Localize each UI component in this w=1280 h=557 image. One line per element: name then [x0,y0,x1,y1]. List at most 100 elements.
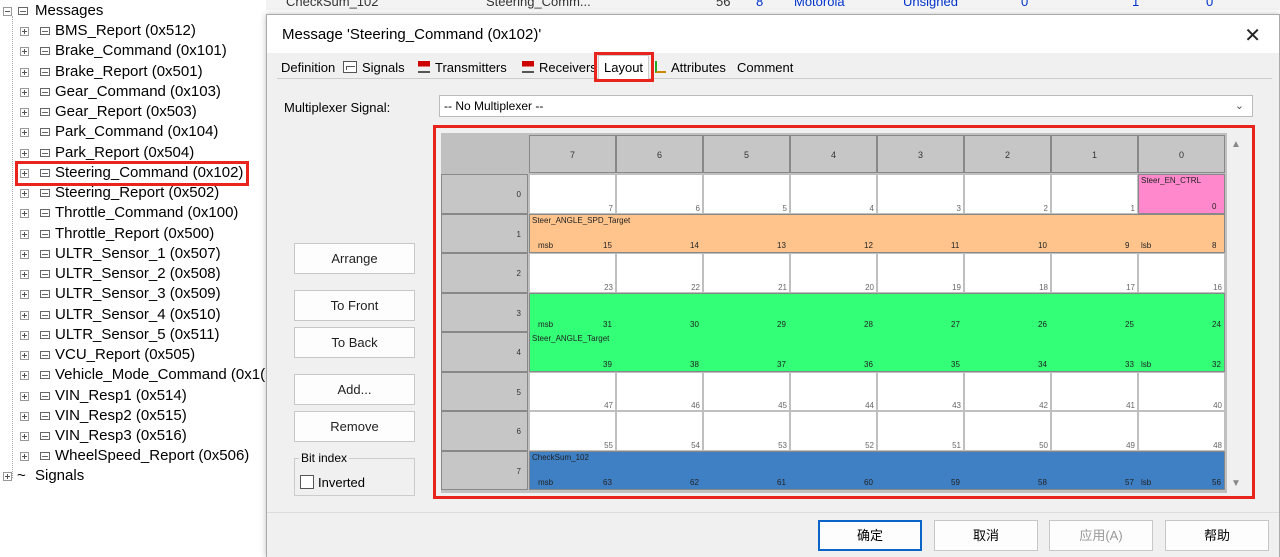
bg-start: 56 [716,0,731,9]
expand-icon[interactable] [20,411,29,421]
tree-item-label: Brake_Command (0x101) [55,42,227,60]
to-back-button[interactable]: To Back [294,327,415,358]
inverted-label: Inverted [318,475,365,490]
tree-item-label: Gear_Report (0x503) [55,103,197,120]
message-tree[interactable]: Messages BMS_Report (0x512) Brake_Command… [0,0,266,557]
background-signal-row: CheckSum_102 Steering_Comm... 56 8 Motor… [266,0,1280,10]
dialog-footer: 确定 取消 应用(A) 帮助 [267,512,1279,557]
tree-item-label: ULTR_Sensor_3 (0x509) [55,285,221,303]
expand-icon[interactable] [20,148,29,158]
signal-icon [343,61,357,73]
expand-icon[interactable] [3,472,12,481]
arrange-button[interactable]: Arrange [294,243,415,274]
message-icon [40,432,50,440]
tab-label: Transmitters [435,60,507,75]
bg-value-type: Unsigned [903,0,958,9]
tree-item-label: ULTR_Sensor_5 (0x511) [55,325,220,343]
expand-icon[interactable] [20,108,29,117]
tree-item-label: Throttle_Report (0x500) [55,224,215,242]
tree-item-label: Steering_Report (0x502) [55,184,220,201]
expand-icon[interactable] [20,351,29,360]
add-button[interactable]: Add... [294,374,415,405]
tab-definition[interactable]: Definition [281,58,335,78]
remove-button[interactable]: Remove [294,411,415,442]
bg-initial: 0 [1021,0,1029,9]
expand-icon[interactable] [20,452,29,462]
multiplexer-select[interactable]: -- No Multiplexer -- ⌄ [439,95,1253,117]
message-icon [40,229,50,238]
message-icon [40,87,50,96]
message-icon [40,67,50,76]
chevron-down-icon: ⌄ [1234,100,1244,112]
attributes-icon [655,61,666,73]
message-icon [40,249,50,258]
expand-icon[interactable] [20,270,29,279]
message-icon [40,371,50,380]
expand-icon[interactable] [20,128,29,138]
message-icon [40,391,50,400]
message-icon [40,209,50,218]
bg-offset: 0 [1206,0,1214,9]
expand-icon[interactable] [20,87,29,97]
cancel-button[interactable]: 取消 [934,520,1038,551]
tree-item-label: VIN_Resp3 (0x516) [55,427,187,444]
message-icon [40,128,50,137]
expand-icon[interactable] [20,249,29,259]
tree-connector-line [12,16,13,478]
inverted-checkbox[interactable] [300,475,314,489]
tree-item-label: VCU_Report (0x505) [55,346,196,363]
help-button[interactable]: 帮助 [1165,520,1269,551]
bg-signal-name: CheckSum_102 [286,0,379,9]
expand-icon[interactable] [20,330,29,340]
tab-transmitters[interactable]: Transmitters [418,58,507,78]
bg-factor: 1 [1132,0,1140,9]
tree-item-label: VIN_Resp1 (0x514) [55,386,187,404]
expand-icon[interactable] [20,391,29,401]
message-icon [40,452,50,461]
multiplexer-label: Multiplexer Signal: [284,100,391,115]
receiver-icon [522,61,534,73]
expand-icon[interactable] [20,47,29,57]
multiplexer-value: -- No Multiplexer -- [444,99,544,113]
to-front-button[interactable]: To Front [294,290,415,321]
tree-signals-label: Signals [35,467,85,484]
message-icon [40,108,50,116]
tree-item-label: BMS_Report (0x512) [55,22,196,39]
close-icon[interactable]: ✕ [1244,23,1261,48]
collapse-icon[interactable] [3,7,12,16]
tab-attributes[interactable]: Attributes [655,58,726,78]
folder-icon [18,7,28,15]
message-icon [40,351,50,359]
message-icon [40,330,50,339]
expand-icon[interactable] [20,371,29,381]
expand-icon[interactable] [20,432,29,441]
expand-icon[interactable] [20,189,29,198]
bg-byte-order: Motorola [794,0,845,9]
tree-item-label: Park_Report (0x504) [55,143,195,161]
expand-icon[interactable] [20,290,29,300]
tree-item-label: Park_Command (0x104) [55,123,219,141]
tree-item-label: ULTR_Sensor_4 (0x510) [55,305,221,323]
tab-label: Attributes [671,60,726,75]
tree-item-label: ULTR_Sensor_2 (0x508) [55,265,221,282]
tab-label: Comment [737,60,794,75]
message-icon [40,290,50,299]
signal-tilde-icon: ~ [17,467,26,484]
tab-strip: Definition Signals Transmitters Receiver… [277,55,1272,80]
selected-item-highlight [15,161,249,186]
ok-button[interactable]: 确定 [818,520,922,551]
expand-icon[interactable] [20,209,29,219]
message-icon [40,27,50,35]
tree-item-label: Throttle_Command (0x100) [55,204,239,222]
expand-icon[interactable] [20,310,29,320]
bg-message: Steering_Comm... [486,0,591,9]
expand-icon[interactable] [20,229,29,239]
apply-button[interactable]: 应用(A) [1049,520,1153,551]
tab-comment[interactable]: Comment [737,58,793,78]
tab-receivers[interactable]: Receivers [522,58,597,78]
tab-signals[interactable]: Signals [343,58,405,78]
expand-icon[interactable] [20,27,29,36]
bg-length: 8 [756,0,764,9]
tab-label: Receivers [539,60,597,75]
expand-icon[interactable] [20,67,29,77]
